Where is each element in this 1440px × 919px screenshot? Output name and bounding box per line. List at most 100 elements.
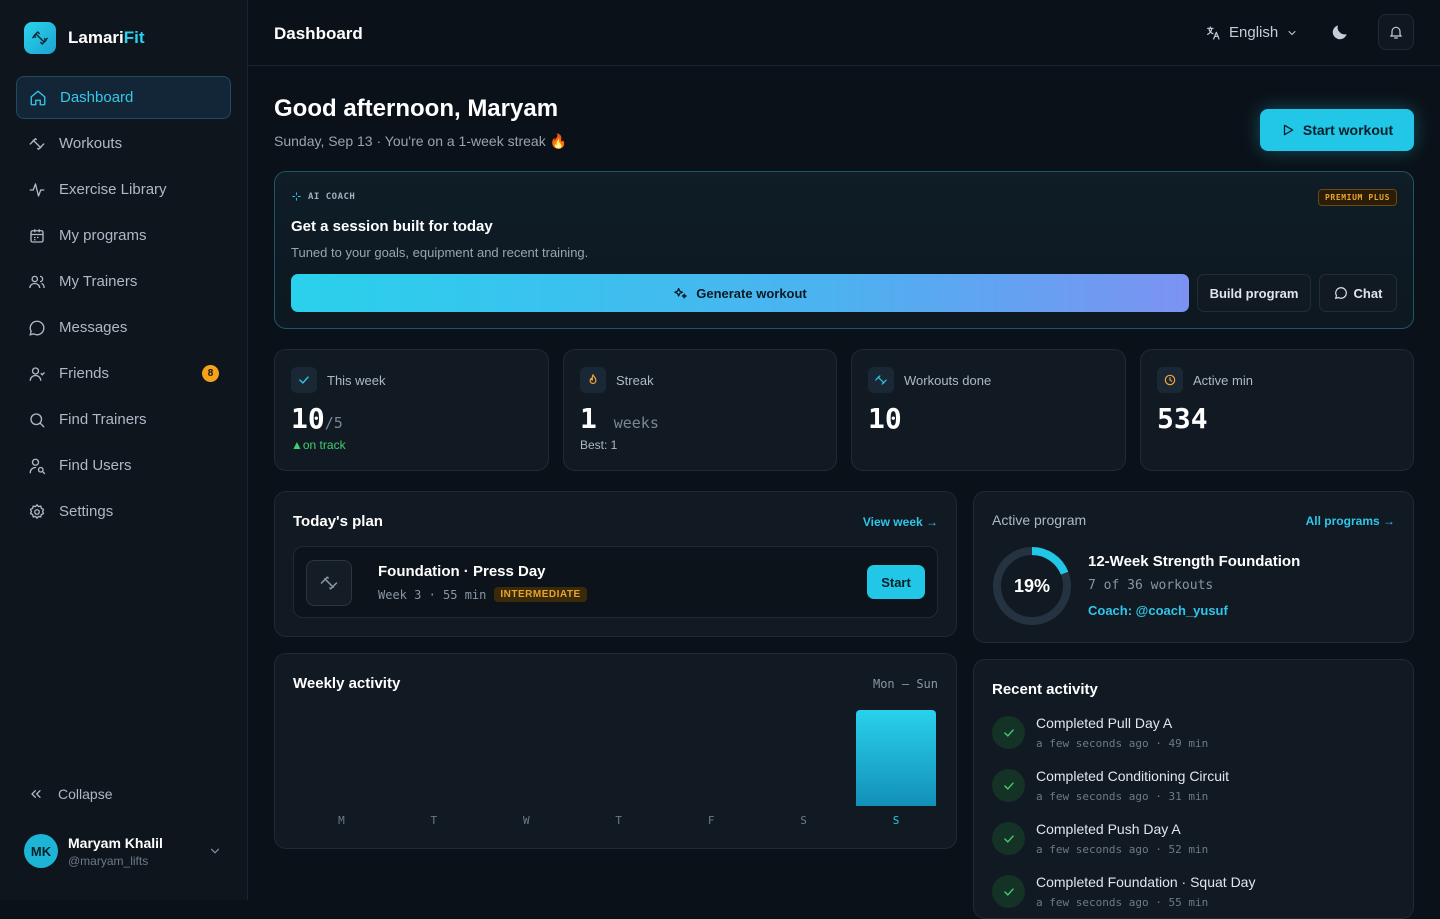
stat-label: Streak xyxy=(616,372,654,388)
message-icon xyxy=(29,320,45,336)
active-program-card[interactable]: Active program All programs → 19% 12-Wee… xyxy=(973,491,1414,643)
progress-percent: 19% xyxy=(1014,576,1050,596)
sidebar-item-label: Friends xyxy=(59,365,110,382)
activity-meta: a few seconds ago · 31 min xyxy=(1036,790,1209,803)
play-icon xyxy=(1283,124,1294,136)
chevron-down-icon xyxy=(1288,30,1296,35)
progress-ring: 19% xyxy=(993,547,1071,625)
user-handle: @maryam_lifts xyxy=(68,853,149,868)
check-circle-icon xyxy=(992,875,1025,908)
program-count: 7 of 36 workouts xyxy=(1088,578,1214,593)
user-name: Maryam Khalil xyxy=(68,834,163,851)
stat-card-streak: Streak 1 weeks Best: 1 xyxy=(563,349,837,471)
sidebar-item-settings[interactable]: Settings xyxy=(16,490,231,533)
sidebar-item-label: Find Users xyxy=(59,457,132,474)
coach-description: Tuned to your goals, equipment and recen… xyxy=(291,245,589,260)
weekly-day-label: W xyxy=(522,814,530,827)
check-circle-icon xyxy=(992,822,1025,855)
generate-workout-button[interactable]: Generate workout xyxy=(291,274,1189,312)
sidebar-nav: Dashboard Workouts Exercise Library My p… xyxy=(16,76,231,536)
view-week-link[interactable]: View week → xyxy=(863,515,938,529)
stat-value: 10/5 xyxy=(291,402,343,435)
chat-bubble-icon xyxy=(1334,287,1347,300)
card-title: Recent activity xyxy=(992,681,1098,698)
activity-title: Completed Push Day A xyxy=(1036,821,1181,837)
language-select[interactable]: English xyxy=(1205,24,1298,41)
search-icon xyxy=(30,412,45,427)
page-title: Dashboard xyxy=(274,24,363,43)
user-search-icon xyxy=(29,458,46,474)
week-range: Mon — Sun xyxy=(872,677,938,691)
program-name: 12-Week Strength Foundation xyxy=(1088,553,1301,570)
notifications-button[interactable] xyxy=(1378,14,1414,50)
stat-value: 10 xyxy=(868,402,902,435)
stat-card-this-week: This week 10/5 ▲on track xyxy=(274,349,549,471)
sidebar-item-label: Find Trainers xyxy=(59,411,147,428)
card-title: Weekly activity xyxy=(293,675,401,692)
sidebar-item-my-programs[interactable]: My programs xyxy=(16,214,231,257)
start-workout-button[interactable]: Start workout xyxy=(1260,109,1414,151)
dumbbell-icon xyxy=(868,367,894,393)
todays-plan-card: Today's plan View week → Foundation · Pr… xyxy=(274,491,957,637)
sidebar-item-workouts[interactable]: Workouts xyxy=(16,122,231,165)
activity-title: Completed Conditioning Circuit xyxy=(1036,768,1229,784)
level-badge: INTERMEDIATE xyxy=(494,587,587,602)
collapse-button[interactable]: Collapse xyxy=(28,786,112,802)
card-label: Active program xyxy=(992,512,1087,528)
sidebar-item-my-trainers[interactable]: My Trainers xyxy=(16,260,231,303)
sidebar-item-dashboard[interactable]: Dashboard xyxy=(16,76,231,119)
program-coach-link[interactable]: Coach: @coach_yusuf xyxy=(1088,603,1228,618)
sidebar-item-label: Settings xyxy=(59,503,114,520)
weekly-day-label: M xyxy=(338,814,345,827)
friends-icon xyxy=(29,366,45,381)
dumbbell-logo-icon xyxy=(24,22,56,54)
weekly-day-label: T xyxy=(430,814,438,827)
theme-toggle[interactable] xyxy=(1330,22,1350,42)
chat-button[interactable]: Chat xyxy=(1319,274,1397,312)
plan-start-button[interactable]: Start xyxy=(867,565,925,599)
stat-best: Best: 1 xyxy=(580,438,618,452)
activity-meta: a few seconds ago · 55 min xyxy=(1036,896,1209,909)
sidebar-item-find-users[interactable]: Find Users xyxy=(16,444,231,487)
sidebar-item-exercise-library[interactable]: Exercise Library xyxy=(16,168,231,211)
stat-label: Workouts done xyxy=(904,372,992,388)
all-programs-link[interactable]: All programs → xyxy=(1306,514,1395,528)
sidebar-item-find-trainers[interactable]: Find Trainers xyxy=(16,398,231,441)
stat-trend: ▲on track xyxy=(291,438,346,452)
build-program-button[interactable]: Build program xyxy=(1197,274,1311,312)
check-icon xyxy=(291,367,317,393)
check-circle-icon xyxy=(992,769,1025,802)
moon-icon xyxy=(1332,25,1347,40)
ai-coach-card: AI COACH PREMIUM PLUS Get a session buil… xyxy=(274,171,1414,329)
user-menu[interactable]: MK Maryam Khalil @maryam_lifts xyxy=(24,834,224,868)
language-label: English xyxy=(1229,24,1279,41)
date-streak-subtitle: Sunday, Sep 13 · You're on a 1-week stre… xyxy=(274,133,568,149)
dumbbell-icon xyxy=(29,137,45,150)
activity-title: Completed Foundation · Squat Day xyxy=(1036,874,1256,890)
sidebar-item-label: Messages xyxy=(59,319,128,336)
stat-label: This week xyxy=(327,372,386,388)
stat-label: Active min xyxy=(1193,372,1253,388)
sidebar-item-label: Dashboard xyxy=(60,89,134,106)
plan-workout-item[interactable]: Foundation · Press Day Week 3 · 55 min I… xyxy=(293,546,938,618)
avatar: MK xyxy=(24,834,58,868)
weekly-day-label: S xyxy=(892,814,900,827)
sidebar-item-messages[interactable]: Messages xyxy=(16,306,231,349)
sidebar-item-label: Workouts xyxy=(59,135,123,152)
gear-icon xyxy=(29,503,45,519)
chevrons-left-icon xyxy=(31,790,41,798)
chevron-down-icon xyxy=(210,848,220,854)
greeting: Good afternoon, Maryam xyxy=(274,95,559,122)
collapse-label: Collapse xyxy=(58,786,113,802)
card-title: Today's plan xyxy=(293,513,383,530)
brand[interactable]: LamariFit xyxy=(24,22,145,54)
generate-workout-label: Generate workout xyxy=(696,285,807,301)
flame-icon xyxy=(580,367,606,393)
activity-icon xyxy=(29,182,45,197)
sparkles-icon xyxy=(674,287,687,298)
activity-meta: a few seconds ago · 52 min xyxy=(1036,843,1209,856)
weekly-day-label: S xyxy=(800,814,807,827)
sidebar-item-friends[interactable]: Friends 8 xyxy=(16,352,231,395)
translate-icon xyxy=(1207,25,1220,40)
activity-meta: a few seconds ago · 49 min xyxy=(1036,737,1209,750)
